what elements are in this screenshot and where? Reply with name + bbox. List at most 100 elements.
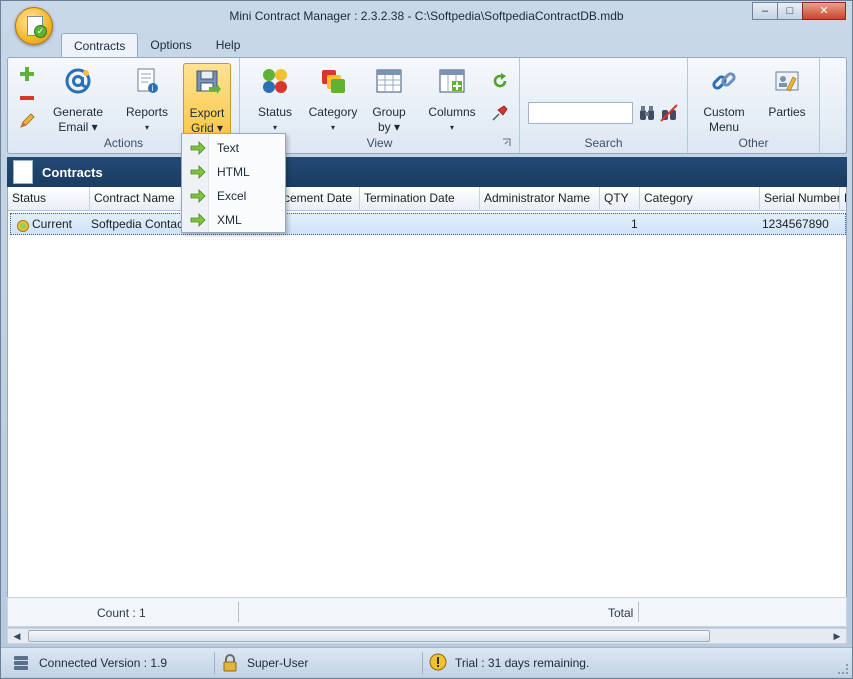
warning-icon <box>429 653 447 671</box>
arrow-right-icon <box>190 141 206 155</box>
export-grid-button[interactable]: Export Grid ▾ <box>183 63 231 135</box>
count-summary: Count : 1 <box>97 606 146 620</box>
grid-summary-footer: Count : 1 Total <box>7 597 847 627</box>
lock-icon <box>223 654 237 672</box>
parties-label: Parties <box>768 105 806 119</box>
horizontal-scrollbar[interactable]: ◀ ▶ <box>7 628 847 644</box>
maximize-button[interactable]: □ <box>777 2 803 20</box>
tab-help[interactable]: Help <box>204 33 253 57</box>
column-header-overflow[interactable]: R <box>840 187 846 211</box>
database-icon <box>14 656 28 670</box>
edit-pencil-icon[interactable] <box>18 112 36 130</box>
columns-dropdown-indicator: ▾ <box>449 123 454 132</box>
category-dropdown-indicator: ▾ <box>330 123 335 132</box>
column-header-category[interactable]: Category <box>640 187 760 211</box>
cell-serial-number: 1234567890 <box>762 217 829 231</box>
custom-menu-button[interactable]: Custom Menu <box>694 63 754 135</box>
email-at-icon <box>65 68 91 94</box>
columns-button[interactable]: Columns ▾ <box>422 63 482 135</box>
menu-item-xml[interactable]: XML <box>182 208 285 232</box>
ribbon-tabs: Contracts Options Help <box>61 33 252 57</box>
reports-dropdown-indicator: ▾ <box>144 123 149 132</box>
group-by-button[interactable]: Group by ▾ <box>365 63 413 135</box>
group-by-line2: by ▾ <box>377 120 401 134</box>
group-other-label: Other <box>738 136 769 150</box>
parties-button[interactable]: Parties <box>760 63 814 135</box>
generate-email-line1: Generate <box>52 105 104 119</box>
status-button[interactable]: Status ▾ <box>250 63 300 135</box>
title-bar[interactable]: Mini Contract Manager : 2.3.2.38 - C:\So… <box>1 1 852 31</box>
category-button[interactable]: Category ▾ <box>303 63 363 135</box>
status-icon <box>263 69 287 93</box>
export-grid-line1: Export <box>189 106 225 120</box>
cell-contract-name: Softpedia Contact <box>91 217 187 231</box>
menu-item-xml-label: XML <box>217 213 242 227</box>
app-menu-orb-icon[interactable]: ✓ <box>15 7 53 45</box>
arrow-right-icon <box>190 165 206 179</box>
svg-text:i: i <box>151 84 153 93</box>
menu-item-html[interactable]: HTML <box>182 160 285 184</box>
column-header-termination-date[interactable]: Termination Date <box>360 187 480 211</box>
contracts-document-icon <box>13 160 33 184</box>
parties-icon <box>775 71 799 92</box>
contracts-grid[interactable]: Status Contract Name ...cement Date Term… <box>7 187 847 597</box>
refresh-icon[interactable] <box>491 72 509 90</box>
scroll-left-icon[interactable]: ◀ <box>10 629 24 643</box>
group-search: Search <box>520 58 688 153</box>
contracts-panel-header: Contracts <box>7 157 847 187</box>
column-header-contract-name[interactable]: Contract Name <box>90 187 184 211</box>
export-disk-icon <box>196 70 221 94</box>
column-header-administrator-name[interactable]: Administrator Name <box>480 187 600 211</box>
status-bar: Connected Version : 1.9 Super-User Trial… <box>1 647 852 677</box>
arrow-right-icon <box>190 213 206 227</box>
group-other: Custom Menu Parties Other <box>688 58 820 153</box>
add-icon[interactable] <box>18 65 36 83</box>
scroll-right-icon[interactable]: ▶ <box>830 629 844 643</box>
grid-header: Status Contract Name ...cement Date Term… <box>8 187 846 211</box>
group-by-line1: Group <box>372 105 406 119</box>
column-header-serial-number[interactable]: Serial Number <box>760 187 840 211</box>
menu-item-html-label: HTML <box>217 165 250 179</box>
column-header-qty[interactable]: QTY <box>600 187 640 211</box>
minimize-button[interactable]: – <box>752 2 778 20</box>
binoculars-icon[interactable] <box>638 104 656 122</box>
generate-email-button[interactable]: Generate Email ▾ <box>48 63 108 135</box>
reports-button[interactable]: i Reports ▾ <box>118 63 176 135</box>
menu-item-text-label: Text <box>217 141 240 155</box>
search-input[interactable] <box>528 102 633 124</box>
menu-item-excel[interactable]: Excel <box>182 184 285 208</box>
cell-status: Current <box>32 217 73 231</box>
custom-menu-line1: Custom <box>703 105 745 119</box>
close-button[interactable]: ✕ <box>802 2 846 20</box>
export-grid-menu: Text HTML Excel XML <box>181 133 286 233</box>
tab-options[interactable]: Options <box>138 33 203 57</box>
status-line1: Status <box>257 105 293 119</box>
scrollbar-thumb[interactable] <box>28 630 710 642</box>
panel-title: Contracts <box>42 165 103 180</box>
cell-qty: 1 <box>631 217 638 231</box>
group-by-table-icon <box>376 69 402 93</box>
category-line1: Category <box>308 105 358 119</box>
link-chain-icon <box>712 72 736 90</box>
pin-icon[interactable] <box>491 104 509 122</box>
menu-item-excel-label: Excel <box>217 189 247 203</box>
columns-icon <box>439 69 465 93</box>
category-icon <box>322 70 345 93</box>
connection-status: Connected Version : 1.9 <box>39 656 168 670</box>
user-role: Super-User <box>247 656 309 670</box>
tab-contracts[interactable]: Contracts <box>61 33 139 57</box>
trial-status: Trial : 31 days remaining. <box>455 656 590 670</box>
ribbon: Generate Email ▾ i Reports ▾ Export Grid… <box>7 57 847 154</box>
window-title: Mini Contract Manager : 2.3.2.38 - C:\So… <box>229 9 624 23</box>
remove-icon[interactable] <box>18 89 36 107</box>
resize-grip[interactable] <box>838 664 848 674</box>
column-header-status[interactable]: Status <box>8 187 90 211</box>
reports-icon: i <box>137 68 158 93</box>
custom-menu-line2: Menu <box>708 120 740 134</box>
table-row[interactable]: Current Softpedia Contact 1 1234567890 <box>10 213 846 235</box>
menu-item-text[interactable]: Text <box>182 136 285 160</box>
total-summary: Total <box>608 606 634 620</box>
generate-email-line2: Email ▾ <box>58 120 98 134</box>
window-controls: – □ ✕ <box>752 2 846 20</box>
clear-search-icon[interactable] <box>660 104 678 122</box>
